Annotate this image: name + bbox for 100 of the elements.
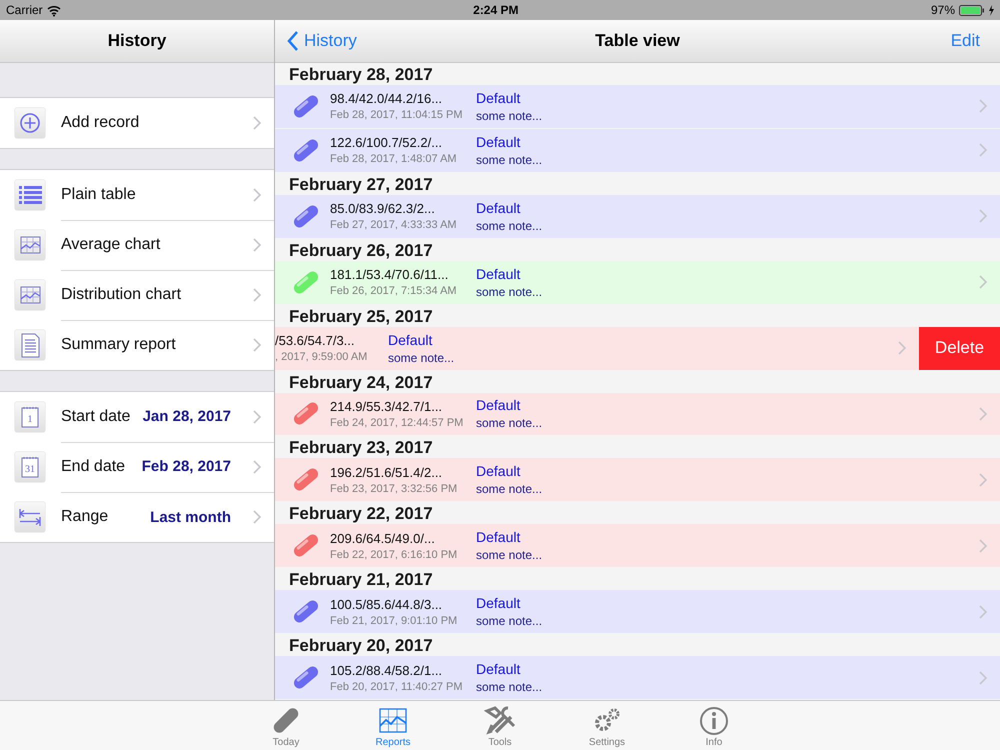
tab-item[interactable]: Settings xyxy=(554,701,660,750)
section-header: February 20, 2017 xyxy=(289,636,433,656)
reading-values: 214.9/55.3/42.7/1... xyxy=(330,398,444,414)
note-text: some note... xyxy=(388,350,456,365)
document-icon xyxy=(15,330,45,360)
clock-time: 2:24 PM xyxy=(473,3,518,17)
charging-bolt-icon xyxy=(988,4,994,16)
reading-values: 181.1/53.4/70.6/11... xyxy=(330,267,450,282)
menu-label: Start date xyxy=(61,408,130,426)
battery-percentage: 97% xyxy=(930,3,955,17)
menu-label: Summary report xyxy=(61,336,176,354)
record-row[interactable]: 181.1/53.4/70.6/11... Feb 26, 2017, 7:15:34 AM Default some note... xyxy=(275,260,1000,305)
carrier-label: Carrier xyxy=(6,3,43,17)
menu-row[interactable]: Average chart xyxy=(0,220,274,270)
battery-icon xyxy=(959,4,984,16)
menu-label: End date xyxy=(61,458,126,476)
tab-item[interactable]: Tools xyxy=(446,701,554,750)
reading-values: 105.2/88.4/58.2/1... xyxy=(330,662,444,678)
chevron-icon xyxy=(979,538,988,553)
chevron-icon xyxy=(979,406,988,421)
section-header: February 24, 2017 xyxy=(289,372,433,393)
tab-item[interactable]: Today xyxy=(232,701,340,750)
section-header: February 28, 2017 xyxy=(289,64,433,85)
record-row[interactable]: 98.4/42.0/44.2/16... Feb 28, 2017, 11:04:15 PM Default some note... xyxy=(275,84,1000,129)
chevron-icon xyxy=(253,510,262,524)
category-label: Default xyxy=(476,134,522,150)
record-timestamp: Feb 28, 2017, 11:04:15 PM xyxy=(330,109,464,122)
list-icon xyxy=(15,180,45,210)
menu-label: Distribution chart xyxy=(61,286,182,304)
chevron-icon xyxy=(253,238,262,252)
tab-item[interactable]: Reports xyxy=(340,701,446,750)
note-text: some note... xyxy=(476,482,544,496)
menu-row[interactable]: Add record xyxy=(0,98,274,148)
wifi-icon xyxy=(46,4,61,16)
category-label: Default xyxy=(388,332,434,348)
calendar-icon: 1 xyxy=(15,402,45,432)
chevron-icon xyxy=(898,341,907,356)
menu-value: Feb 28, 2017 xyxy=(140,458,232,475)
back-chevron-icon xyxy=(287,31,299,51)
category-label: Default xyxy=(476,529,522,546)
record-row[interactable]: 105.2/88.4/58.2/1... Feb 20, 2017, 11:40:27 PM Default some note... xyxy=(275,656,1000,700)
chevron-icon xyxy=(979,99,988,114)
record-row[interactable]: 122.6/100.7/52.2/... Feb 28, 2017, 1:48:07 AM Default some note... xyxy=(275,128,1000,173)
section-header: February 25, 2017 xyxy=(289,306,433,327)
record-timestamp: Feb 20, 2017, 11:40:27 PM xyxy=(330,680,464,693)
note-text: some note... xyxy=(476,680,544,694)
tools-icon xyxy=(484,705,516,735)
chevron-icon xyxy=(253,410,262,424)
info-icon xyxy=(698,705,730,735)
menu-row[interactable]: 1 Start date Jan 28, 2017 xyxy=(0,392,274,442)
category-label: Default xyxy=(476,661,522,678)
record-row[interactable]: 214.9/55.3/42.7/1... Feb 24, 2017, 12:44:57 PM Default some note... xyxy=(275,392,1000,436)
menu-label: Average chart xyxy=(61,236,160,254)
chevron-icon xyxy=(979,143,988,158)
section-header: February 27, 2017 xyxy=(289,174,433,195)
screen-title: Table view xyxy=(595,31,680,50)
line-chart-icon xyxy=(15,280,45,310)
category-label: Default xyxy=(476,200,522,216)
record-row[interactable]: /53.6/54.7/3... , 2017, 9:59:00 AM Default some note... Delete xyxy=(275,326,1000,371)
add-icon xyxy=(15,108,45,138)
menu-value: Last month xyxy=(149,508,232,526)
record-timestamp: Feb 21, 2017, 9:01:10 PM xyxy=(330,614,458,627)
record-row[interactable]: 85.0/83.9/62.3/2... Feb 27, 2017, 4:33:33 AM Default some note... xyxy=(275,194,1000,239)
panel-title: History xyxy=(108,31,166,51)
chevron-icon xyxy=(979,604,988,619)
menu-row[interactable]: 31 End date Feb 28, 2017 xyxy=(0,442,274,492)
note-text: some note... xyxy=(476,152,544,167)
calendar-icon: 31 xyxy=(15,452,45,482)
record-timestamp: Feb 23, 2017, 3:32:56 PM xyxy=(330,482,458,495)
record-row[interactable]: 196.2/51.6/51.4/2... Feb 23, 2017, 3:32:56 PM Default some note... xyxy=(275,458,1000,502)
chevron-icon xyxy=(979,275,988,290)
record-timestamp: Feb 27, 2017, 4:33:33 AM xyxy=(330,219,458,232)
menu-label: Add record xyxy=(61,114,140,132)
record-timestamp: Feb 26, 2017, 7:15:34 AM xyxy=(330,285,458,298)
delete-button[interactable]: Delete xyxy=(919,326,1000,370)
note-text: some note... xyxy=(476,218,544,233)
menu-label: Plain table xyxy=(61,186,136,204)
category-label: Default xyxy=(476,595,522,612)
record-row[interactable]: 100.5/85.6/44.8/3... Feb 21, 2017, 9:01:10 PM Default some note... xyxy=(275,590,1000,634)
record-timestamp: Feb 22, 2017, 6:16:10 PM xyxy=(330,548,458,561)
category-label: Default xyxy=(476,463,522,480)
menu-row[interactable]: Range Last month xyxy=(0,492,274,542)
chevron-icon xyxy=(979,472,988,487)
record-timestamp: Feb 24, 2017, 12:44:57 PM xyxy=(330,416,464,429)
menu-row[interactable]: Plain table xyxy=(0,170,274,220)
chevron-icon xyxy=(979,670,988,685)
menu-label: Range xyxy=(61,508,108,526)
category-label: Default xyxy=(476,266,522,282)
tab-item[interactable]: Info xyxy=(660,701,768,750)
note-text: some note... xyxy=(476,548,544,562)
chevron-icon xyxy=(979,209,988,224)
reading-values: 98.4/42.0/44.2/16... xyxy=(330,91,444,106)
record-row[interactable]: 209.6/64.5/49.0/... Feb 22, 2017, 6:16:10 PM Default some note... xyxy=(275,524,1000,568)
chevron-icon xyxy=(253,116,262,130)
section-header: February 21, 2017 xyxy=(289,570,433,590)
reading-values: 100.5/85.6/44.8/3... xyxy=(330,596,444,612)
reading-values: 85.0/83.9/62.3/2... xyxy=(330,201,436,216)
menu-row[interactable]: Summary report xyxy=(0,320,274,370)
record-timestamp: Feb 28, 2017, 1:48:07 AM xyxy=(330,153,458,166)
menu-row[interactable]: Distribution chart xyxy=(0,270,274,320)
